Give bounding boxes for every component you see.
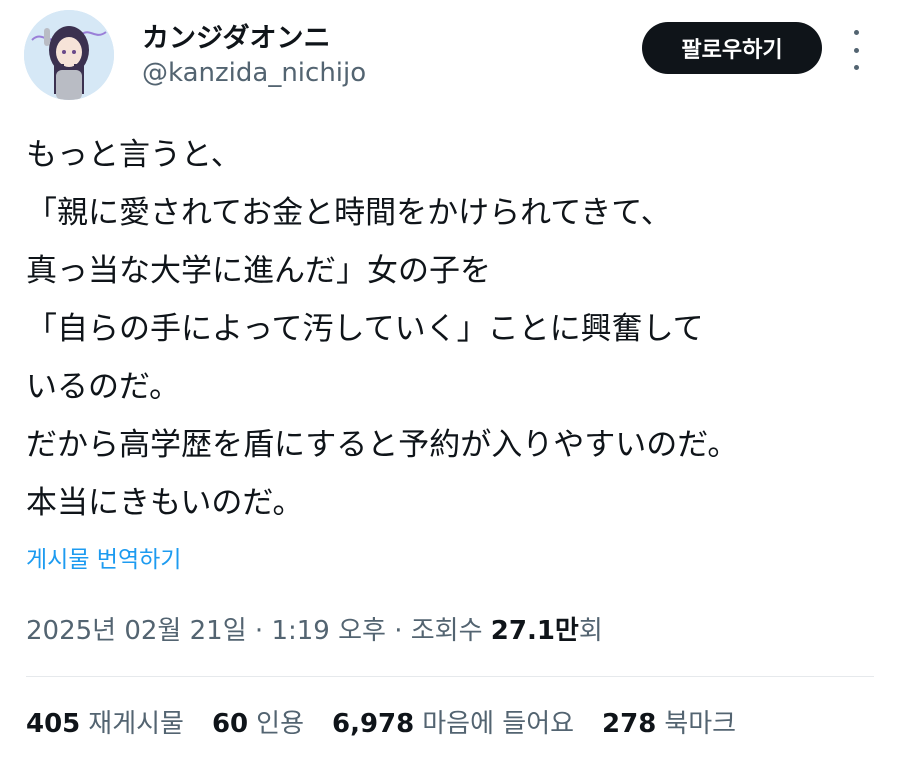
stat-label: 북마크 (664, 709, 737, 739)
post-line: 真っ当な大学に進んだ」女の子を (26, 253, 491, 289)
more-vertical-icon-dot (853, 65, 859, 70)
meta-separator: · (246, 616, 272, 646)
stat-value: 6,978 (332, 709, 415, 739)
post-line: 本当にきもいのだ。 (26, 485, 304, 521)
avatar[interactable] (24, 10, 114, 100)
stat-reposts[interactable]: 405 재게시물 (26, 703, 184, 740)
meta-separator: · (385, 616, 411, 646)
post-text: もっと言うと、 「親に愛されてお金と時間をかけられてきて、 真っ当な大学に進んだ… (26, 126, 886, 532)
post-line: もっと言うと、 (26, 137, 242, 173)
post-line: だから高学歴を盾にすると予約が入りやすいのだ。 (26, 427, 739, 463)
author-display-name[interactable]: カンジダオンニ (142, 16, 330, 55)
stat-value: 60 (211, 709, 249, 739)
views-suffix: 회 (578, 616, 603, 646)
divider (26, 676, 874, 677)
translate-post-link[interactable]: 게시물 번역하기 (26, 540, 181, 574)
more-options-button[interactable] (845, 30, 867, 70)
stat-bookmarks[interactable]: 278 북마크 (602, 703, 736, 740)
stat-value: 405 (26, 709, 81, 739)
stat-likes[interactable]: 6,978 마음에 들어요 (332, 703, 574, 740)
more-vertical-icon-dot (853, 47, 859, 53)
author-handle[interactable]: @kanzida_nichijo (142, 58, 366, 88)
post-date[interactable]: 2025년 02월 21일 (26, 616, 247, 646)
stat-label: 마음에 들어요 (422, 709, 575, 739)
stat-label: 인용 (256, 709, 304, 739)
stat-label: 재게시물 (88, 709, 184, 739)
views-count: 27.1만 (490, 616, 579, 646)
stat-quotes[interactable]: 60 인용 (212, 703, 304, 740)
post-line: 「親に愛されてお金と時間をかけられてきて、 (26, 195, 672, 231)
avatar-illustration (24, 10, 114, 100)
engagement-stats: 405 재게시물 60 인용 6,978 마음에 들어요 278 북마크 (26, 703, 736, 740)
views-label: 조회수 (410, 616, 483, 646)
post-time[interactable]: 1:19 오후 (271, 616, 386, 646)
post-line: 「自らの手によって汚していく」ことに興奮して (26, 311, 704, 347)
more-vertical-icon (853, 30, 859, 35)
post-meta: 2025년 02월 21일 · 1:19 오후 · 조회수 27.1만회 (26, 610, 603, 647)
follow-button[interactable]: 팔로우하기 (642, 22, 822, 74)
stat-value: 278 (602, 709, 657, 739)
post-line: いるのだ。 (26, 369, 181, 405)
